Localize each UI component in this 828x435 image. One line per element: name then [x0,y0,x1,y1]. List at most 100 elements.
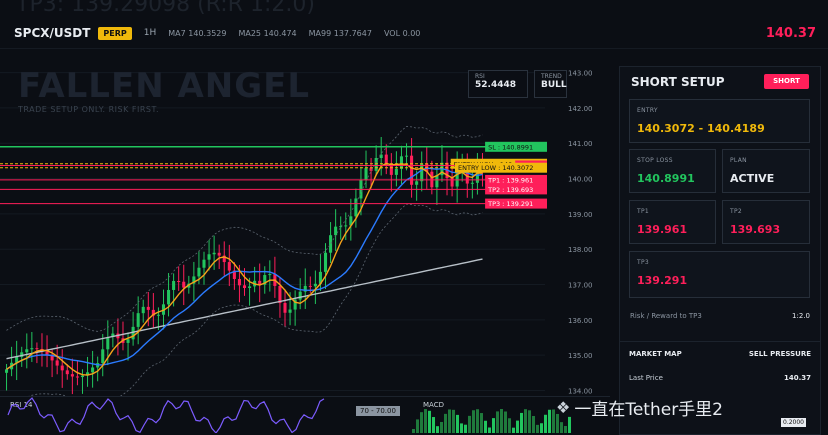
price-chart[interactable]: SL : 140.8991ENTRY HIGH : 140.4189140.37… [0,48,610,433]
rsi-stat: RSI 52.4448 [468,70,528,98]
candle [237,278,241,286]
candle [25,349,29,353]
timeframe-label[interactable]: 1H [144,28,157,38]
level-tag-label: TP2 : 139.693 [487,186,533,194]
source-watermark: ❖ 一直在Tether手里2 [556,395,723,420]
macd-bar [512,427,515,433]
rsi-line [7,397,325,433]
candle [5,369,9,373]
rsi-stat-value: 52.4448 [475,80,516,90]
volume-readout: VOL 0.00 [383,28,421,38]
candle [197,267,201,277]
candle [126,339,130,343]
price-axis: 143.00 142.00 141.00 140.00 139.00 138.00 137.… [568,70,593,396]
candle [450,178,454,187]
sell-pressure-label: SELL PRESSURE [748,350,811,358]
price-axis-label: 135.00 [568,352,593,360]
macd-bar [440,421,443,433]
price-axis-label: 142.00 [568,105,593,113]
plan-label: PLAN [730,157,747,164]
macd-bar [472,410,475,433]
stop-loss-card: STOP LOSS 140.8991 [629,149,716,193]
candle [146,306,150,310]
risk-reward-value: 1:2.0 [792,312,810,320]
level-tag-label: ENTRY LOW : 140.3072 [458,164,533,172]
indicator-pane [7,397,571,433]
macd-bar [448,409,451,433]
entry-label: ENTRY [637,107,658,114]
level-tag-label: SL : 140.8991 [488,143,533,151]
candle [30,348,34,350]
rsi-stat-label: RSI [475,73,485,80]
macd-bar [524,409,527,433]
chart-header: SPCX/USDT PERP 1H MA7 140.3529 MA25 140.… [0,18,828,49]
candle [374,157,378,171]
macd-bar [496,411,499,433]
macd-bar [536,424,539,433]
macd-histogram [412,409,571,433]
macd-bar [484,420,487,433]
candle [75,376,79,378]
candle [364,168,368,180]
plan-value: ACTIVE [730,172,775,185]
price-axis-label: 136.00 [568,317,593,325]
market-map-title: MARKET MAP [629,350,682,358]
entry-card: ENTRY 140.3072 - 140.4189 [629,99,810,143]
candle [313,283,317,287]
ghost-header-text: TP3: 139.29098 (R:R 1:2.0) [16,0,315,17]
macd-bar [504,411,507,433]
trend-stat: TREND BULL [534,70,567,98]
stop-loss-value: 140.8991 [637,172,695,185]
short-button[interactable]: SHORT [764,74,809,89]
ma99-readout: MA99 137.7647 [308,28,372,38]
macd-bar [560,422,563,433]
candle [65,370,69,375]
last-price: 140.37 [765,25,816,41]
candle [288,309,292,313]
diamond-icon: ❖ [556,398,571,417]
macd-bar [552,409,555,433]
candle [283,303,287,313]
candle [60,365,64,371]
candle [298,291,302,300]
candle [156,314,160,316]
candle [91,367,95,373]
price-axis-label: 140.00 [568,176,593,184]
candle [35,348,39,350]
candle [470,182,474,184]
macd-bar [416,419,419,433]
candle [399,156,403,169]
candle [202,259,206,268]
source-watermark-text: 一直在Tether手里2 [574,400,724,420]
macd-bar [548,409,551,433]
stop-loss-label: STOP LOSS [637,157,673,164]
candle [70,374,74,377]
plan-card: PLAN ACTIVE [722,149,810,193]
price-axis-label: 143.00 [568,70,593,78]
entry-value: 140.3072 - 140.4189 [637,122,765,135]
tp2-value: 139.693 [730,223,781,236]
tp1-label: TP1 [637,208,650,215]
price-axis-label: 139.00 [568,211,593,219]
candle [415,181,419,185]
macd-bar [452,409,455,433]
macd-bar [508,418,511,433]
price-axis-label: 141.00 [568,140,593,148]
panel-title: SHORT SETUP [631,75,725,89]
trend-stat-label: TREND [541,73,562,80]
ma7-readout: MA7 140.3529 [168,28,227,38]
macd-bar [424,409,427,433]
macd-bar [532,415,535,433]
macd-bar [428,410,431,433]
macd-bar [564,426,567,433]
candle [394,168,398,175]
macd-bar [528,410,531,433]
macd-bar [540,423,543,433]
macd-bar [492,418,495,433]
candle [389,165,393,175]
macd-bar [476,409,479,433]
candle [177,280,181,282]
candle [136,313,140,327]
candle [329,235,333,253]
symbol-pair[interactable]: SPCX/USDT [14,26,90,40]
